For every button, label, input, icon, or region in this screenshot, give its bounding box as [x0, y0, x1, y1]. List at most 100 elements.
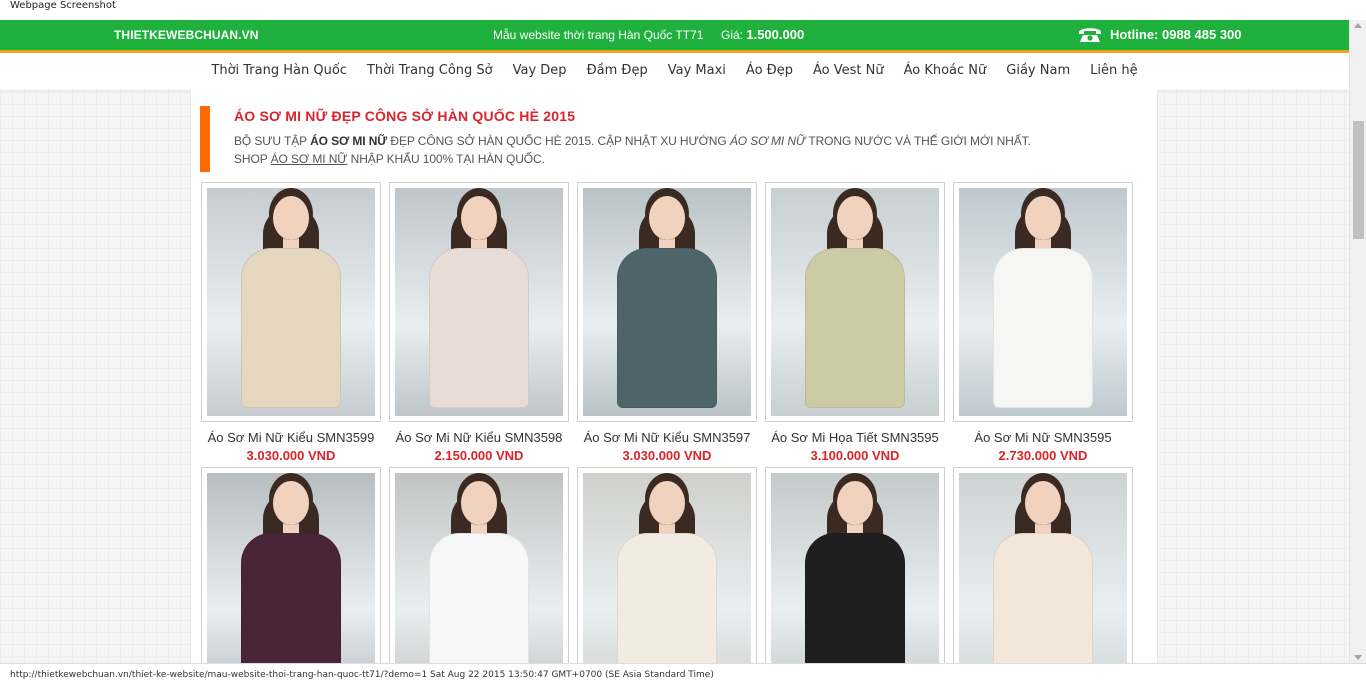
- model-face: [461, 196, 497, 240]
- model-shirt: [805, 248, 905, 408]
- category-intro: ÁO SƠ MI NỮ ĐẸP CÔNG SỞ HÀN QUỐC HÈ 2015…: [200, 106, 1150, 172]
- product-name[interactable]: Áo Sơ Mi Họa Tiết SMN3595: [765, 430, 945, 445]
- product-price: 3.030.000 VND: [246, 448, 336, 463]
- desc-text: TRONG NƯỚC VÀ THẾ GIỚI MỚI NHẤT.: [805, 134, 1031, 148]
- price-label: Giá:: [721, 28, 744, 42]
- product-price: 2.730.000 VND: [998, 448, 1088, 463]
- product-image[interactable]: [389, 467, 569, 663]
- product-card[interactable]: [765, 467, 945, 663]
- product-name[interactable]: Áo Sơ Mi Nữ Kiểu SMN3597: [577, 430, 757, 445]
- nav-item[interactable]: Áo Vest Nữ: [803, 63, 894, 78]
- model-shirt: [617, 533, 717, 663]
- model-face: [1025, 196, 1061, 240]
- model-face: [461, 481, 497, 525]
- product-photo: [207, 188, 375, 416]
- nav-item[interactable]: Vay Dep: [503, 63, 577, 78]
- product-image[interactable]: [953, 467, 1133, 663]
- product-image[interactable]: [201, 182, 381, 422]
- product-card[interactable]: Áo Sơ Mi Họa Tiết SMN3595 3.100.000 VND: [765, 182, 945, 463]
- product-card[interactable]: Áo Sơ Mi Nữ Kiểu SMN3598 2.150.000 VND: [389, 182, 569, 463]
- phone-icon: [1079, 28, 1101, 42]
- model-face: [649, 481, 685, 525]
- product-card[interactable]: [953, 467, 1133, 663]
- nav-item[interactable]: Áo Đẹp: [736, 63, 803, 78]
- product-card[interactable]: Áo Sơ Mi Nữ Kiểu SMN3599 3.030.000 VND: [201, 182, 381, 463]
- hotline[interactable]: Hotline: 0988 485 300: [1077, 25, 1242, 44]
- product-image[interactable]: [577, 182, 757, 422]
- model-face: [649, 196, 685, 240]
- product-image[interactable]: [765, 467, 945, 663]
- nav-item[interactable]: Thời Trang Công Sở: [357, 63, 503, 78]
- product-photo: [583, 473, 751, 663]
- product-image[interactable]: [577, 467, 757, 663]
- product-photo: [959, 473, 1127, 663]
- main-content: ÁO SƠ MI NỮ ĐẸP CÔNG SỞ HÀN QUỐC HÈ 2015…: [190, 90, 1158, 663]
- desc-text: NHẬP KHẨU 100% TẠI HÀN QUỐC.: [347, 152, 545, 166]
- model-shirt: [241, 533, 341, 663]
- product-photo: [395, 473, 563, 663]
- vertical-scrollbar[interactable]: [1349, 20, 1366, 663]
- model-face: [837, 196, 873, 240]
- main-nav: Thời Trang Hàn Quốc Thời Trang Công Sở Vay…: [0, 63, 1349, 78]
- page-viewport: THIETKEWEBCHUAN.VN Mẫu website thời tran…: [0, 20, 1349, 663]
- product-photo: [771, 473, 939, 663]
- scroll-down-icon[interactable]: [1354, 655, 1362, 660]
- product-photo: [395, 188, 563, 416]
- main-nav-bar: Thời Trang Hàn Quốc Thời Trang Công Sở Vay…: [0, 50, 1349, 90]
- model-shirt: [617, 248, 717, 408]
- category-description: BỘ SƯU TẬP ÁO SƠ MI NỮ ĐẸP CÔNG SỞ HÀN Q…: [234, 132, 1150, 168]
- product-card[interactable]: Áo Sơ Mi Nữ SMN3595 2.730.000 VND: [953, 182, 1133, 463]
- price-value: 1.500.000: [746, 27, 805, 42]
- desc-text: BỘ SƯU TẬP: [234, 134, 311, 148]
- product-name[interactable]: Áo Sơ Mi Nữ Kiểu SMN3599: [201, 430, 381, 445]
- model-shirt: [993, 533, 1093, 663]
- model-shirt: [429, 533, 529, 663]
- nav-item[interactable]: Vay Maxi: [658, 63, 736, 78]
- product-price: 3.100.000 VND: [810, 448, 900, 463]
- product-card[interactable]: [577, 467, 757, 663]
- hotline-text: Hotline: 0988 485 300: [1110, 27, 1242, 42]
- model-shirt: [993, 248, 1093, 408]
- product-price: 3.030.000 VND: [622, 448, 712, 463]
- nav-item[interactable]: Thời Trang Hàn Quốc: [201, 63, 357, 78]
- nav-item[interactable]: Giầy Nam: [996, 63, 1080, 78]
- window-titlebar: Webpage Screenshot: [0, 0, 1366, 20]
- desc-keyword-link[interactable]: ÁO SƠ MI NỮ: [271, 152, 348, 166]
- window-title: Webpage Screenshot: [10, 0, 116, 11]
- scrollbar-thumb[interactable]: [1353, 121, 1364, 239]
- product-photo: [583, 188, 751, 416]
- product-card[interactable]: Áo Sơ Mi Nữ Kiểu SMN3597 3.030.000 VND: [577, 182, 757, 463]
- top-bar: THIETKEWEBCHUAN.VN Mẫu website thời tran…: [0, 20, 1349, 50]
- product-name[interactable]: Áo Sơ Mi Nữ SMN3595: [953, 430, 1133, 445]
- nav-item[interactable]: Đầm Đẹp: [577, 63, 658, 78]
- product-image[interactable]: [389, 182, 569, 422]
- product-price: 2.150.000 VND: [434, 448, 524, 463]
- model-shirt: [429, 248, 529, 408]
- model-face: [273, 481, 309, 525]
- product-photo: [771, 188, 939, 416]
- nav-item[interactable]: Áo Khoác Nữ: [894, 63, 997, 78]
- model-face: [837, 481, 873, 525]
- category-title: ÁO SƠ MI NỮ ĐẸP CÔNG SỞ HÀN QUỐC HÈ 2015: [234, 108, 576, 124]
- product-image[interactable]: [953, 182, 1133, 422]
- product-image[interactable]: [765, 182, 945, 422]
- product-image[interactable]: [201, 467, 381, 663]
- status-bar: http://thietkewebchuan.vn/thiet-ke-websi…: [0, 663, 1366, 683]
- desc-keyword: ÁO SƠ MI NỮ: [310, 134, 388, 148]
- product-name[interactable]: Áo Sơ Mi Nữ Kiểu SMN3598: [389, 430, 569, 445]
- brand-link[interactable]: THIETKEWEBCHUAN.VN: [114, 28, 258, 42]
- product-card[interactable]: [389, 467, 569, 663]
- product-photo: [959, 188, 1127, 416]
- scroll-up-icon[interactable]: [1354, 23, 1362, 28]
- desc-text: SHOP: [234, 152, 271, 166]
- nav-item[interactable]: Liên hệ: [1080, 63, 1147, 78]
- model-shirt: [805, 533, 905, 663]
- template-price: Giá: 1.500.000: [721, 27, 804, 42]
- model-face: [273, 196, 309, 240]
- template-name: Mẫu website thời trang Hàn Quốc TT71: [493, 28, 704, 42]
- model-shirt: [241, 248, 341, 408]
- desc-keyword-italic: ÁO SƠ MI NỮ: [729, 134, 806, 148]
- product-card[interactable]: [201, 467, 381, 663]
- desc-text: ĐẸP CÔNG SỞ HÀN QUỐC HÈ 2015. CẬP NHẬT X…: [387, 134, 730, 148]
- model-face: [1025, 481, 1061, 525]
